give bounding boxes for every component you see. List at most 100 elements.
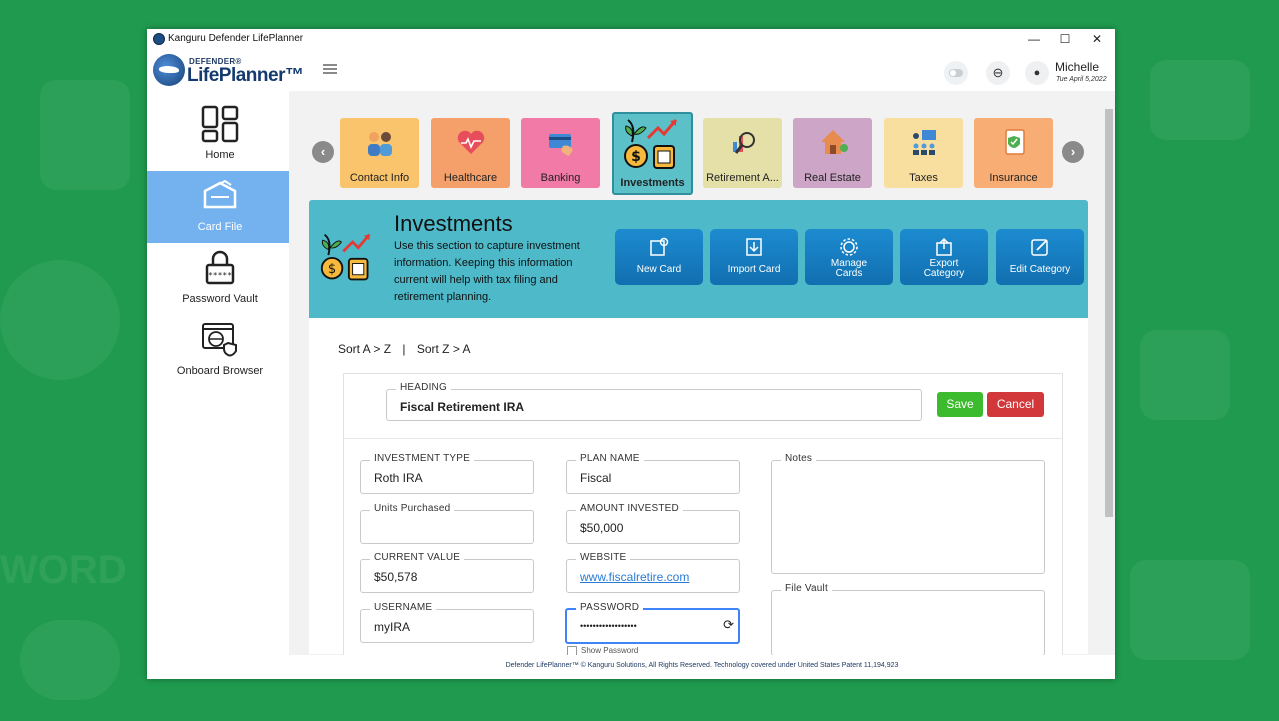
credit-card-icon — [549, 134, 573, 156]
svg-text:$: $ — [631, 149, 641, 165]
bg-word-decoration: WORD — [0, 548, 127, 592]
user-avatar-icon[interactable]: ● — [1025, 61, 1049, 85]
password-field[interactable]: PASSWORD •••••••••••••••••• ⟳ — [565, 602, 740, 644]
category-retirement[interactable]: Retirement A... — [703, 118, 782, 188]
sidebar-item-card-file[interactable]: Card File — [147, 171, 293, 243]
category-next-arrow-icon[interactable]: › — [1062, 141, 1084, 163]
field-value: •••••••••••••••••• — [580, 621, 637, 631]
action-label: Manage Cards — [830, 258, 868, 279]
category-insurance[interactable]: Insurance — [974, 118, 1053, 188]
hamburger-menu-icon[interactable] — [323, 64, 337, 74]
card-file-icon — [203, 179, 237, 209]
units-purchased-field[interactable]: Units Purchased — [360, 503, 534, 544]
website-field[interactable]: WEBSITE www.fiscalretire.com — [566, 552, 740, 593]
field-label: CURRENT VALUE — [370, 552, 465, 563]
sort-a-z-link[interactable]: Sort A > Z — [338, 342, 391, 356]
username-field[interactable]: USERNAME myIRA — [360, 602, 534, 643]
sidebar-item-home[interactable]: Home — [147, 99, 293, 171]
file-vault-field[interactable]: File Vault — [771, 583, 1045, 656]
notes-field[interactable]: Notes — [771, 453, 1045, 574]
grid-icon — [201, 105, 239, 143]
house-icon — [821, 130, 848, 154]
bg-decoration — [20, 620, 120, 700]
theme-toggle-switch[interactable] — [944, 61, 968, 85]
heart-health-icon — [457, 130, 485, 154]
sidebar-item-password-vault[interactable]: ***** Password Vault — [147, 243, 293, 315]
svg-text:$: $ — [328, 262, 336, 277]
field-label: AMOUNT INVESTED — [576, 503, 683, 514]
bg-decoration — [1150, 60, 1250, 140]
cancel-button[interactable]: Cancel — [987, 392, 1044, 417]
export-category-button[interactable]: Export Category — [900, 229, 988, 285]
app-icon — [153, 33, 165, 45]
footer: Defender LifePlanner™ © Kanguru Solution… — [289, 655, 1115, 679]
insurance-document-icon — [1005, 129, 1025, 155]
import-card-button[interactable]: Import Card — [710, 229, 798, 285]
tax-meeting-icon — [913, 130, 936, 155]
category-banking[interactable]: Banking — [521, 118, 600, 188]
sort-separator: | — [402, 342, 406, 356]
plan-name-field[interactable]: PLAN NAME Fiscal — [566, 453, 740, 494]
category-real-estate[interactable]: Real Estate — [793, 118, 872, 188]
svg-text:*****: ***** — [208, 271, 232, 280]
vertical-scrollbar[interactable] — [1103, 99, 1115, 655]
edit-category-button[interactable]: Edit Category — [996, 229, 1084, 285]
export-icon — [936, 237, 952, 256]
sidebar-item-label: Home — [205, 149, 235, 161]
bg-decoration — [1130, 560, 1250, 660]
sidebar-item-label: Password Vault — [182, 293, 258, 305]
amount-invested-field[interactable]: AMOUNT INVESTED $50,000 — [566, 503, 740, 544]
category-label: Healthcare — [443, 172, 498, 184]
category-label: Investments — [620, 177, 685, 189]
user-name: Michelle — [1055, 60, 1100, 74]
contact-people-icon — [368, 132, 392, 156]
heading-field[interactable]: HEADING Fiscal Retirement IRA — [386, 382, 922, 421]
save-button[interactable]: Save — [937, 392, 983, 417]
sort-z-a-link[interactable]: Sort Z > A — [417, 342, 471, 356]
minimize-button[interactable]: — — [1018, 29, 1050, 49]
category-label: Retirement A... — [706, 172, 779, 184]
app-window: Kanguru Defender LifePlanner — ☐ ✕ DEFEN… — [147, 29, 1115, 679]
category-healthcare[interactable]: Healthcare — [431, 118, 510, 188]
close-button[interactable]: ✕ — [1081, 29, 1113, 49]
action-label: Import Card — [727, 264, 781, 275]
sidebar: Home Card File ***** Password Vault Onbo… — [147, 99, 293, 679]
window-title: Kanguru Defender LifePlanner — [168, 33, 304, 44]
scrollbar-thumb[interactable] — [1105, 109, 1113, 517]
investment-growth-icon: $ — [624, 119, 678, 169]
field-label: HEADING — [396, 382, 451, 393]
new-card-button[interactable]: New Card — [615, 229, 703, 285]
category-taxes[interactable]: Taxes — [884, 118, 963, 188]
field-value: Fiscal Retirement IRA — [400, 400, 525, 414]
lock-icon: ***** — [205, 250, 235, 285]
manage-cards-button[interactable]: Manage Cards — [805, 229, 893, 285]
website-link[interactable]: www.fiscalretire.com — [580, 570, 689, 584]
category-label: Contact Info — [349, 172, 410, 184]
current-value-field[interactable]: CURRENT VALUE $50,578 — [360, 552, 534, 593]
field-value: Fiscal — [580, 471, 612, 485]
new-card-icon — [650, 237, 669, 256]
field-value: myIRA — [374, 620, 410, 634]
field-label: PLAN NAME — [576, 453, 644, 464]
bg-decoration — [1140, 330, 1230, 420]
field-label: File Vault — [781, 583, 832, 594]
brand-main: LifePlanner™ — [187, 65, 304, 86]
import-icon — [746, 238, 762, 256]
field-label: PASSWORD — [576, 602, 644, 613]
show-password-label: Show Password — [581, 646, 639, 656]
field-label: WEBSITE — [576, 552, 631, 563]
category-investments[interactable]: $ Investments — [612, 112, 693, 195]
section-description: Use this section to capture investment i… — [394, 240, 580, 303]
field-label: Notes — [781, 453, 817, 464]
category-label: Real Estate — [804, 172, 861, 184]
category-label: Banking — [540, 172, 581, 184]
logout-icon[interactable]: ⊖ — [986, 61, 1010, 85]
category-contact-info[interactable]: Contact Info — [340, 118, 419, 188]
refresh-icon[interactable]: ⟳ — [723, 617, 734, 633]
bg-decoration — [40, 80, 130, 190]
maximize-button[interactable]: ☐ — [1049, 29, 1081, 49]
sidebar-item-onboard-browser[interactable]: Onboard Browser — [147, 315, 293, 387]
investment-type-field[interactable]: INVESTMENT TYPE Roth IRA — [360, 453, 534, 494]
category-prev-arrow-icon[interactable]: ‹ — [312, 141, 334, 163]
gear-icon — [840, 238, 858, 256]
